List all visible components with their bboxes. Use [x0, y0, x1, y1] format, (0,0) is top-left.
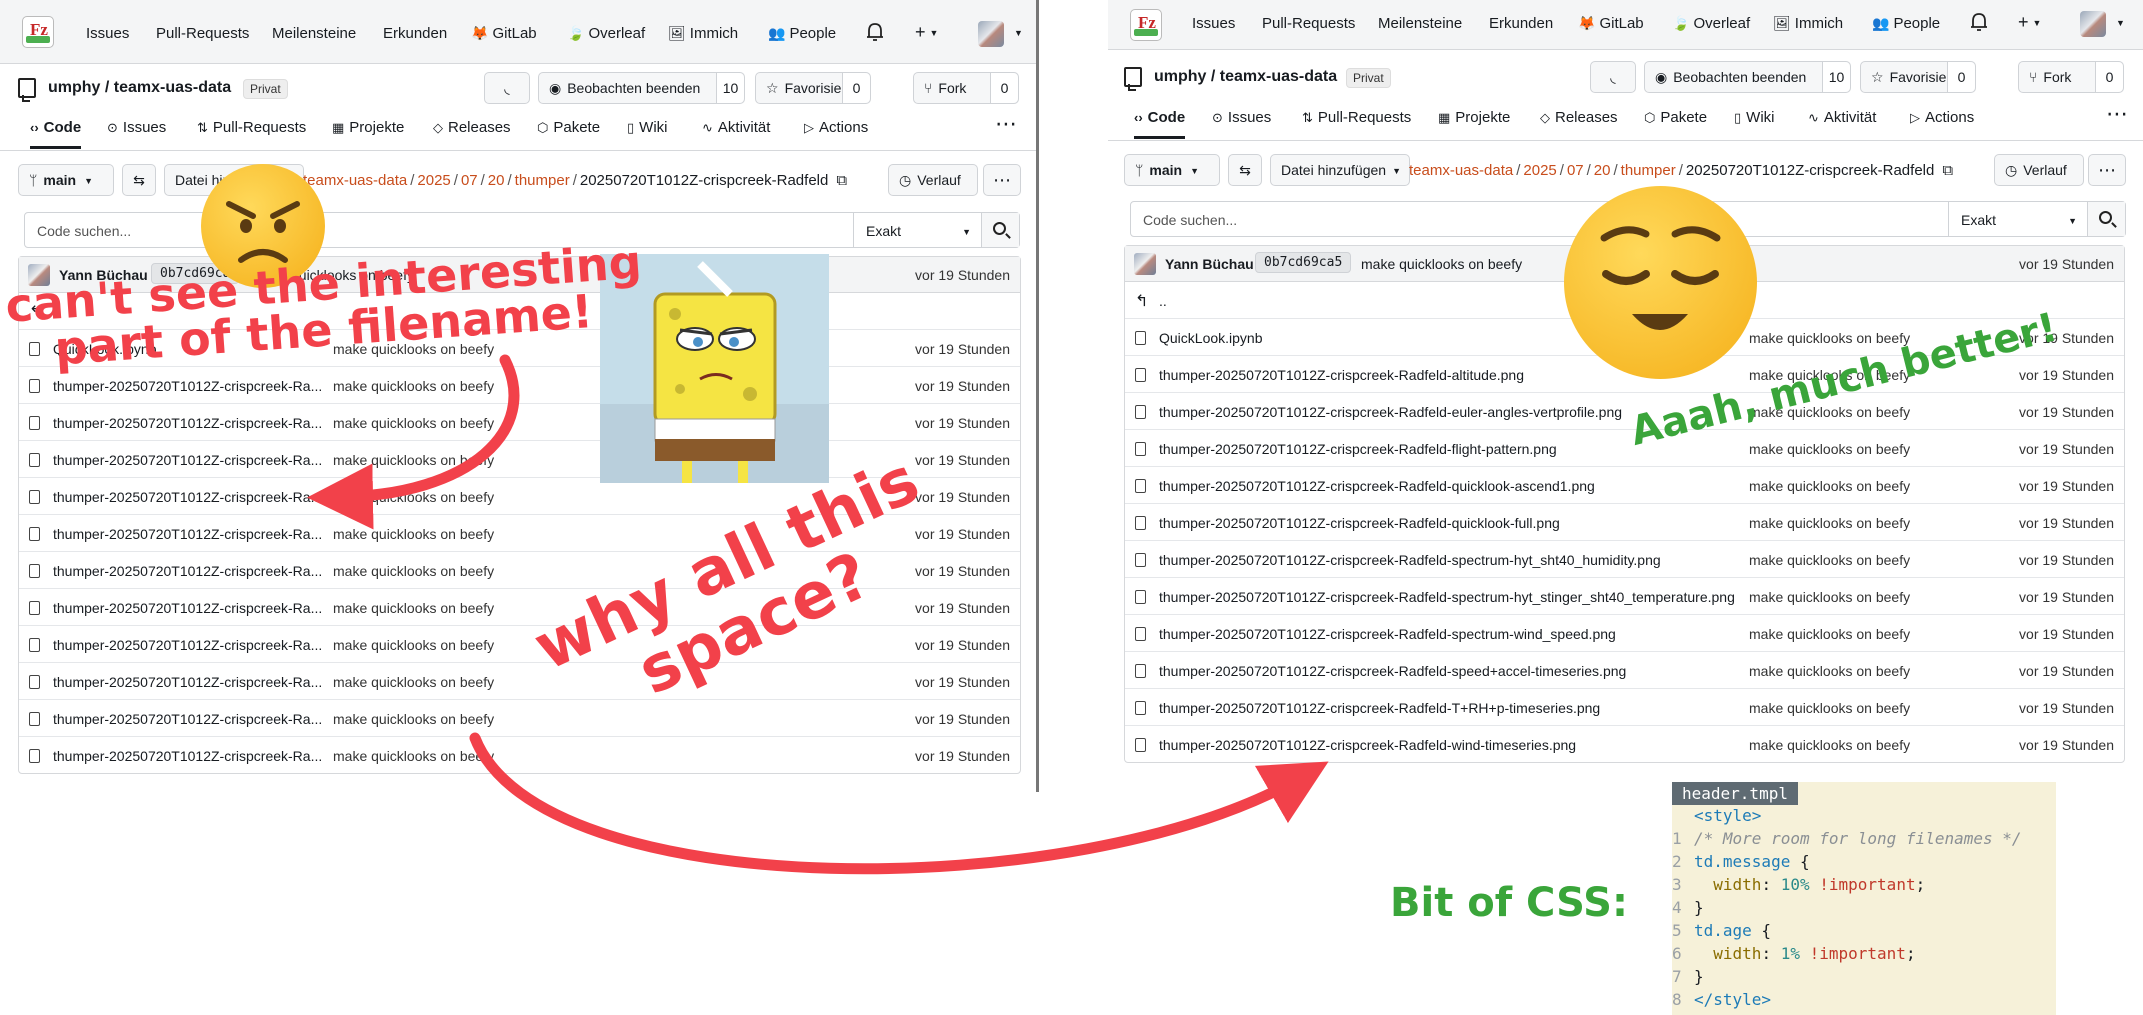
line-number: 4 [1672, 898, 1682, 917]
css-code-snippet: header.tmpl <style> 1 /* More room for lon… [1672, 782, 2056, 1015]
arrow-to-filename [307, 354, 520, 530]
relieved-face-emoji [1564, 186, 1757, 379]
line-number: 3 [1672, 875, 1682, 894]
line-number: 8 [1672, 990, 1682, 1009]
code-line: 6 width: 1% !important; [1672, 944, 1916, 967]
code-text: width: 10% !important; [1713, 875, 1926, 894]
code-text: /* More room for long filenames */ [1694, 829, 2022, 848]
line-number: 1 [1672, 829, 1682, 848]
code-line: 2 td.message { [1672, 852, 1810, 875]
line-number: 6 [1672, 944, 1682, 963]
code-text: } [1694, 898, 1704, 917]
code-line: <style> [1672, 806, 1761, 829]
code-line: 5 td.age { [1672, 921, 1771, 944]
code-text: <style> [1694, 806, 1762, 825]
code-text: </style> [1694, 990, 1772, 1009]
code-text: width: 1% !important; [1713, 944, 1916, 963]
code-line: 7} [1672, 967, 1704, 990]
code-line: 1 /* More room for long filenames */ [1672, 829, 2022, 852]
code-filename-tab: header.tmpl [1672, 782, 1798, 805]
line-number: 2 [1672, 852, 1682, 871]
line-number: 5 [1672, 921, 1682, 940]
arrow-to-after [469, 732, 1329, 875]
code-line: 8 </style> [1672, 990, 1771, 1013]
code-text: td.age { [1694, 921, 1772, 940]
code-text: td.message { [1694, 852, 1810, 871]
code-line: 3 width: 10% !important; [1672, 875, 1925, 898]
css-label: Bit of CSS: [1390, 880, 1628, 926]
line-number: 7 [1672, 967, 1682, 986]
code-text: } [1694, 967, 1704, 986]
code-line: 4} [1672, 898, 1704, 921]
